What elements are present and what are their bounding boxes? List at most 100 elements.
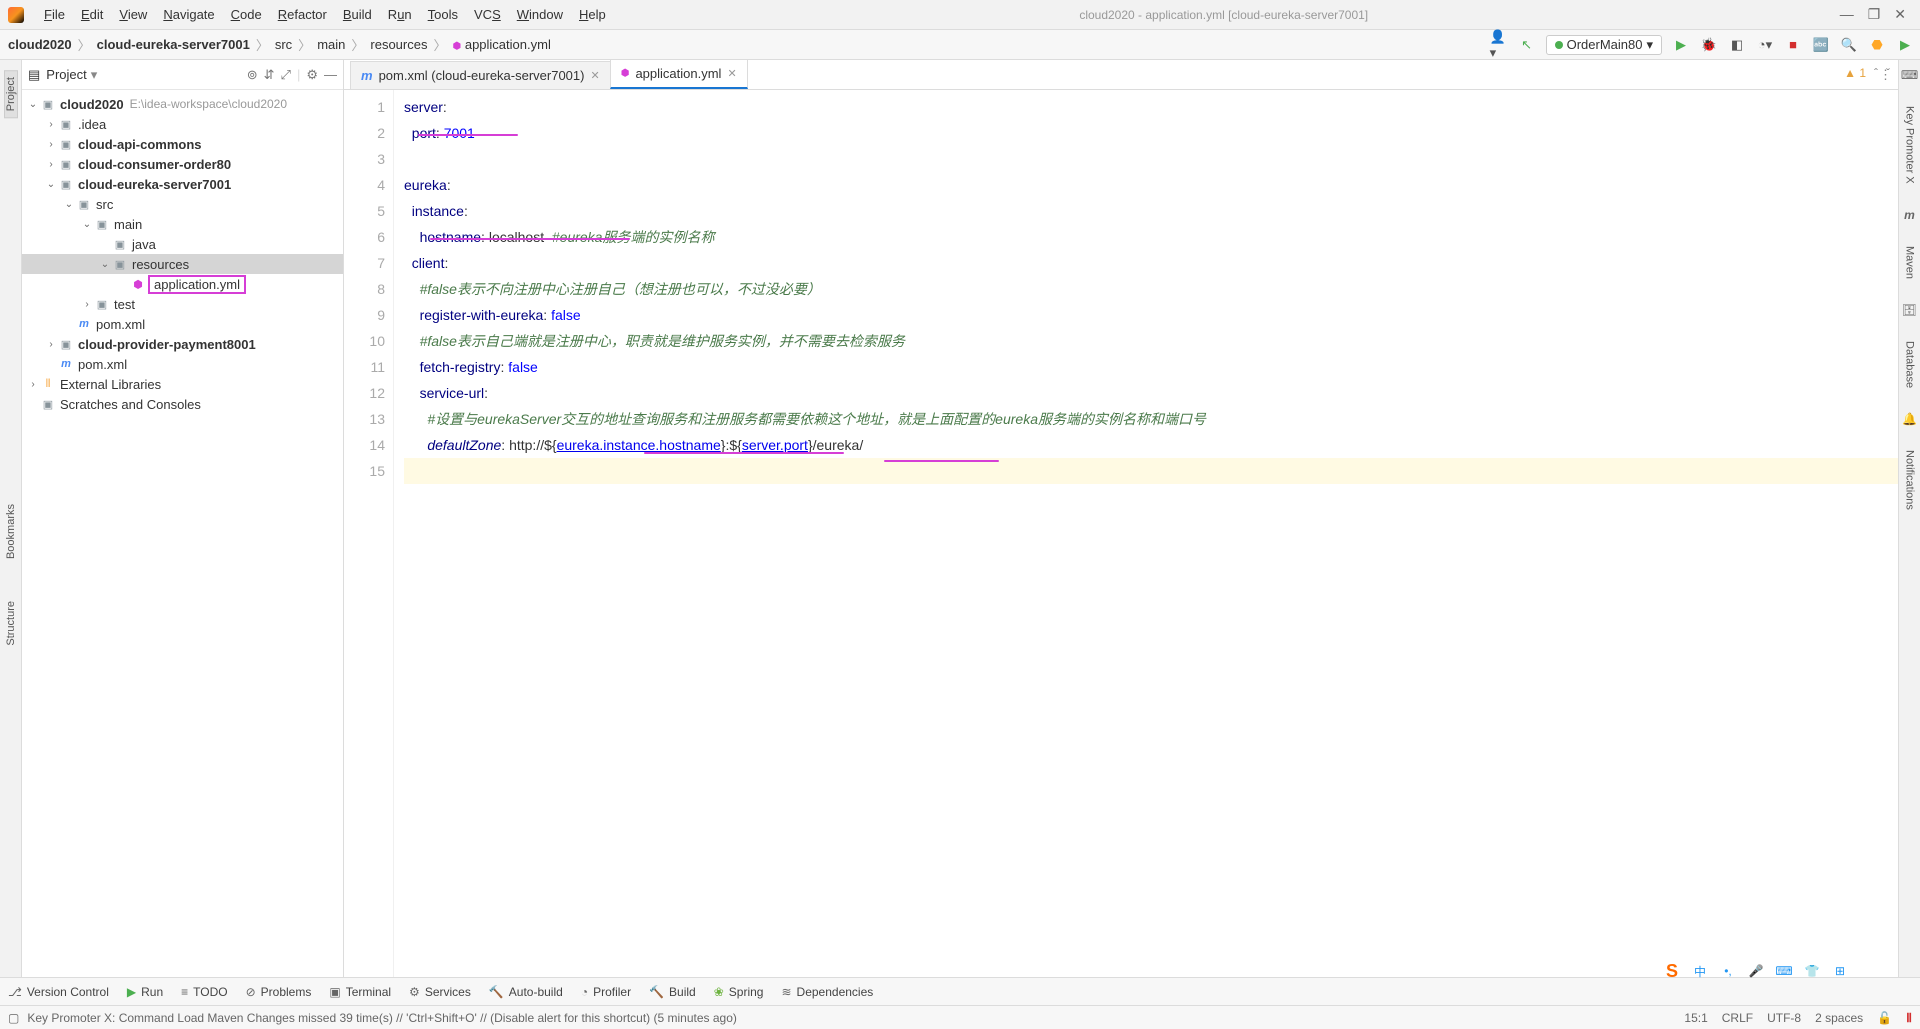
menu-window[interactable]: Window <box>509 7 571 22</box>
tree-scratches[interactable]: ▣Scratches and Consoles <box>22 394 343 414</box>
coverage-button[interactable]: ◧ <box>1728 36 1746 54</box>
crumb[interactable]: src <box>273 37 294 52</box>
lock-icon[interactable]: 🔓 <box>1877 1011 1892 1025</box>
project-title[interactable]: Project ▾ <box>46 67 97 83</box>
ime-mic-icon[interactable]: 🎤 <box>1746 961 1766 981</box>
crumb[interactable]: resources <box>368 37 429 52</box>
tree-folder[interactable]: ›▣test <box>22 294 343 314</box>
crumb[interactable]: main <box>315 37 347 52</box>
sogou-icon[interactable]: S <box>1662 961 1682 981</box>
stop-button[interactable]: ■ <box>1784 36 1802 54</box>
tree-file-yml[interactable]: ⬢application.yml <box>22 274 343 294</box>
tree-folder[interactable]: ›▣.idea <box>22 114 343 134</box>
crumb-file[interactable]: ⬢ application.yml <box>450 37 552 52</box>
tool-maven[interactable]: Maven <box>1904 242 1916 283</box>
tool-project[interactable]: Project <box>4 70 18 118</box>
search-icon[interactable]: 🔍 <box>1840 36 1858 54</box>
tree-folder[interactable]: ⌄▣main <box>22 214 343 234</box>
prev-highlight-icon[interactable]: ˆ <box>1874 66 1878 80</box>
run-button[interactable]: ▶ <box>1672 36 1690 54</box>
tool-build[interactable]: 🔨Build <box>649 985 696 999</box>
indent[interactable]: 2 spaces <box>1815 1011 1863 1025</box>
tree-file-pom[interactable]: mpom.xml <box>22 314 343 334</box>
menu-edit[interactable]: Edit <box>73 7 111 22</box>
user-icon[interactable]: 👤▾ <box>1490 36 1508 54</box>
tree-module[interactable]: ›▣cloud-consumer-order80 <box>22 154 343 174</box>
minimize-button[interactable]: — <box>1840 6 1854 23</box>
menu-file[interactable]: File <box>36 7 73 22</box>
status-bar: ▢ Key Promoter X: Command Load Maven Cha… <box>0 1005 1920 1029</box>
ime-lang[interactable]: 中 <box>1690 961 1710 981</box>
project-tree[interactable]: ⌄▣ cloud2020 E:\idea-workspace\cloud2020… <box>22 90 343 977</box>
ime-skin-icon[interactable]: 👕 <box>1802 961 1822 981</box>
close-icon[interactable]: ✕ <box>727 67 736 80</box>
menu-view[interactable]: View <box>111 7 155 22</box>
gear-icon[interactable]: ⚙ <box>306 67 318 83</box>
tree-external-libs[interactable]: ›⫴External Libraries <box>22 374 343 394</box>
close-button[interactable]: ✕ <box>1894 6 1906 23</box>
tool-dependencies[interactable]: ≋Dependencies <box>781 985 873 999</box>
tool-terminal[interactable]: ▣Terminal <box>329 985 391 999</box>
menu-tools[interactable]: Tools <box>420 7 466 22</box>
tool-services[interactable]: ⚙Services <box>409 985 471 999</box>
tool-todo[interactable]: ≡TODO <box>181 985 227 999</box>
tool-profiler[interactable]: ◔Profiler <box>581 985 631 999</box>
run-anything-icon[interactable]: ▶ <box>1896 36 1914 54</box>
menu-navigate[interactable]: Navigate <box>155 7 222 22</box>
menu-refactor[interactable]: Refactor <box>270 7 335 22</box>
ide-error-icon[interactable]: Ⅱ <box>1906 1011 1912 1025</box>
menu-code[interactable]: Code <box>223 7 270 22</box>
expand-icon[interactable]: ⇵ <box>264 67 275 83</box>
tree-module[interactable]: ›▣cloud-provider-payment8001 <box>22 334 343 354</box>
annotation-underline <box>644 452 844 454</box>
close-icon[interactable]: ✕ <box>590 69 599 82</box>
caret-position[interactable]: 15:1 <box>1684 1011 1707 1025</box>
tree-folder[interactable]: ▣java <box>22 234 343 254</box>
encoding[interactable]: UTF-8 <box>1767 1011 1801 1025</box>
menu-run[interactable]: Run <box>380 7 420 22</box>
maven-icon: m <box>361 68 373 83</box>
menu-build[interactable]: Build <box>335 7 380 22</box>
tool-database[interactable]: Database <box>1904 337 1916 392</box>
menu-help[interactable]: Help <box>571 7 614 22</box>
collapse-icon[interactable]: ⤢ <box>281 67 291 83</box>
tab-yml[interactable]: ⬢ application.yml ✕ <box>610 60 748 89</box>
tree-file-pom[interactable]: mpom.xml <box>22 354 343 374</box>
tree-folder[interactable]: ⌄▣src <box>22 194 343 214</box>
crumb[interactable]: cloud-eureka-server7001 <box>95 37 252 52</box>
tool-notifications[interactable]: Notifications <box>1904 446 1916 514</box>
ime-keyboard-icon[interactable]: ⌨ <box>1774 961 1794 981</box>
ime-punct[interactable]: •, <box>1718 961 1738 981</box>
hide-icon[interactable]: — <box>324 67 337 82</box>
maximize-button[interactable]: ❐ <box>1868 6 1881 23</box>
tool-problems[interactable]: ⊘Problems <box>246 985 312 999</box>
tool-key-promoter[interactable]: Key Promoter X <box>1904 102 1916 188</box>
code-editor[interactable]: 123456789101112131415 server: port: 7001… <box>344 90 1898 977</box>
tool-autobuild[interactable]: 🔨Auto-build <box>489 985 563 999</box>
ide-settings-icon[interactable]: ⬣ <box>1868 36 1886 54</box>
crumb[interactable]: cloud2020 <box>6 37 74 52</box>
tree-folder-resources[interactable]: ⌄▣resources <box>22 254 343 274</box>
tab-pom[interactable]: m pom.xml (cloud-eureka-server7001) ✕ <box>350 61 611 89</box>
line-ending[interactable]: CRLF <box>1722 1011 1753 1025</box>
code-content[interactable]: server: port: 7001 eureka: instance: hos… <box>394 90 1898 977</box>
ime-toolbox-icon[interactable]: ⊞ <box>1830 961 1850 981</box>
tree-root[interactable]: ⌄▣ cloud2020 E:\idea-workspace\cloud2020 <box>22 94 343 114</box>
tool-bookmarks[interactable]: Bookmarks <box>5 498 17 565</box>
tree-module[interactable]: ›▣cloud-api-commons <box>22 134 343 154</box>
tool-spring[interactable]: ❀Spring <box>714 985 764 999</box>
tool-run[interactable]: ▶Run <box>127 985 163 999</box>
run-config-selector[interactable]: OrderMain80 ▾ <box>1546 35 1662 55</box>
translate-icon[interactable]: 🔤 <box>1812 36 1830 54</box>
quick-access-icon[interactable]: ▢ <box>8 1011 19 1025</box>
tree-module[interactable]: ⌄▣cloud-eureka-server7001 <box>22 174 343 194</box>
locate-icon[interactable]: ⊚ <box>247 67 258 83</box>
next-highlight-icon[interactable]: ˇ <box>1886 66 1890 80</box>
warning-indicator[interactable]: ▲ 1 <box>1844 66 1866 80</box>
build-hammer-icon[interactable]: ↖ <box>1518 36 1536 54</box>
menu-vcs[interactable]: VCS <box>466 7 509 22</box>
profile-button[interactable]: ◔▾ <box>1756 36 1774 54</box>
debug-button[interactable]: 🐞 <box>1700 36 1718 54</box>
tool-vcs[interactable]: ⎇Version Control <box>8 985 109 999</box>
tool-structure[interactable]: Structure <box>5 595 17 652</box>
